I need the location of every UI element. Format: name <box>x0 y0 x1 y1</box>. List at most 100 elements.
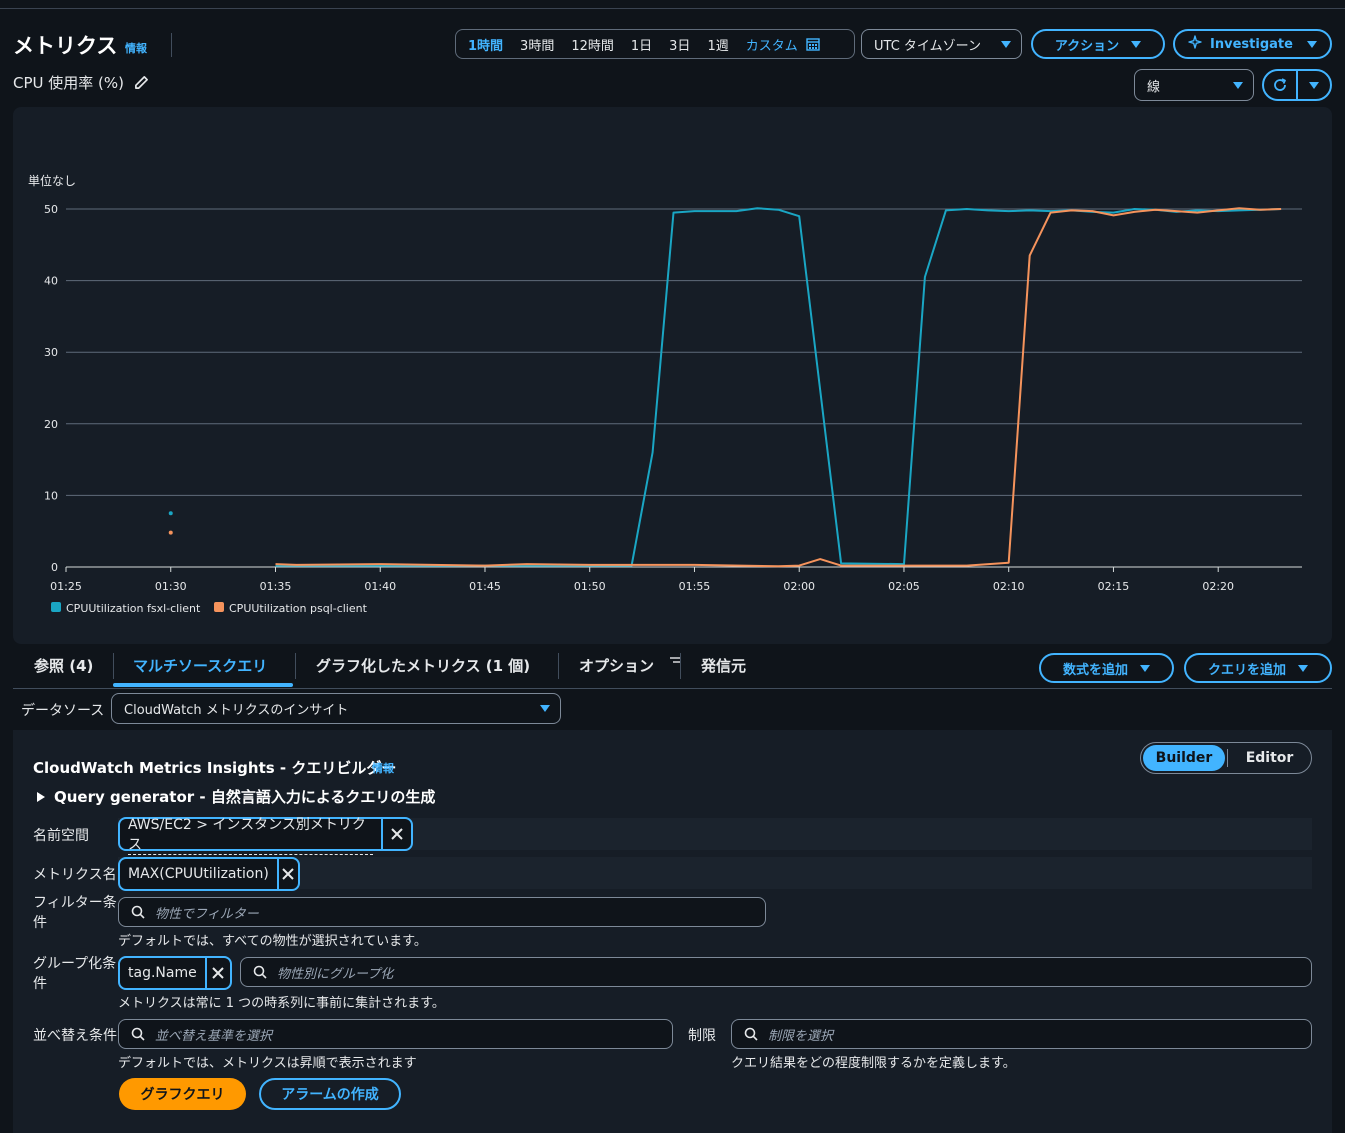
legend-label-1: CPUUtilization fsxl-client <box>66 602 201 615</box>
create-alarm-button[interactable]: アラームの作成 <box>259 1078 401 1110</box>
search-icon <box>253 965 267 979</box>
caret-down-icon <box>1308 81 1319 89</box>
order-by-input[interactable]: 並べ替え基準を選択 <box>118 1019 673 1049</box>
time-range-selector: 1時間 3時間 12時間 1日 3日 1週 カスタム <box>455 29 855 59</box>
group-by-placeholder: 物性別にグループ化 <box>277 966 394 982</box>
tab-options[interactable]: オプション <box>579 655 654 676</box>
actions-label: アクション <box>1054 38 1120 54</box>
search-icon <box>744 1027 758 1041</box>
time-range-3d[interactable]: 3日 <box>669 35 690 54</box>
add-math-button[interactable]: 数式を追加 <box>1039 653 1174 683</box>
tab-divider <box>680 653 681 679</box>
caret-down-icon <box>1140 664 1150 672</box>
y-tick-label: 50 <box>44 203 58 216</box>
tab-divider <box>295 653 296 679</box>
refresh-options-dropdown[interactable] <box>1298 71 1330 99</box>
tab-graphed-metrics[interactable]: グラフ化したメトリクス (1 個) <box>316 655 530 676</box>
x-tick-label: 02:05 <box>888 580 920 593</box>
metric-name-token[interactable]: MAX(CPUUtilization) <box>118 857 300 891</box>
y-tick-label: 40 <box>44 275 58 288</box>
x-tick-label: 02:15 <box>1098 580 1130 593</box>
x-tick-label: 01:35 <box>260 580 292 593</box>
caret-right-icon <box>37 791 45 802</box>
y-tick-label: 0 <box>51 561 58 574</box>
caret-down-icon <box>1233 81 1243 89</box>
time-range-1d[interactable]: 1日 <box>631 35 652 54</box>
toggle-divider <box>1227 749 1228 767</box>
limit-input[interactable]: 制限を選択 <box>731 1019 1312 1049</box>
tab-browse[interactable]: 参照 (4) <box>34 655 93 676</box>
limit-label: 制限 <box>688 1028 716 1044</box>
add-math-label: 数式を追加 <box>1062 662 1128 678</box>
x-tick-label: 01:45 <box>469 580 501 593</box>
legend-swatch-2 <box>214 602 224 612</box>
query-builder-title: CloudWatch Metrics Insights - クエリビルダー <box>33 759 397 777</box>
chart-panel: 単位なし 0 10 20 30 40 50 01:25 01:30 01:35 01:40 01:45… <box>13 107 1332 644</box>
add-query-label: クエリを追加 <box>1207 662 1286 678</box>
namespace-value: AWS/EC2 > インスタンス別メトリクス <box>128 814 373 855</box>
timezone-select[interactable]: UTC タイムゾーン <box>861 29 1022 59</box>
namespace-label: 名前空間 <box>33 828 89 844</box>
graph-type-select[interactable]: 線 <box>1134 69 1254 101</box>
filter-hint: デフォルトでは、すべての物性が選択されています。 <box>118 934 427 949</box>
title-info-link[interactable]: 情報 <box>125 40 147 56</box>
page-title: メトリクス <box>13 34 118 58</box>
x-tick-label: 01:25 <box>50 580 82 593</box>
time-range-12h[interactable]: 12時間 <box>571 35 614 54</box>
x-tick-label: 01:30 <box>155 580 187 593</box>
investigate-button[interactable]: Investigate <box>1173 29 1332 59</box>
pencil-icon[interactable] <box>134 75 149 90</box>
investigate-label: Investigate <box>1210 36 1293 52</box>
graph-query-button[interactable]: グラフクエリ <box>119 1078 246 1110</box>
editor-mode-button[interactable]: Editor <box>1230 750 1309 766</box>
limit-placeholder: 制限を選択 <box>768 1028 834 1044</box>
time-range-custom[interactable]: カスタム <box>746 35 798 54</box>
x-tick-label: 01:50 <box>574 580 606 593</box>
y-axis-label: 単位なし <box>28 173 76 188</box>
refresh-icon[interactable] <box>1264 71 1296 99</box>
query-builder-info-link[interactable]: 情報 <box>372 760 394 776</box>
time-range-3h[interactable]: 3時間 <box>520 35 554 54</box>
tab-multi-source-query[interactable]: マルチソースクエリ <box>133 655 267 676</box>
data-source-value: CloudWatch メトリクスのインサイト <box>124 703 349 718</box>
data-source-select[interactable]: CloudWatch メトリクスのインサイト <box>111 693 561 724</box>
search-icon <box>131 1027 145 1041</box>
actions-button[interactable]: アクション <box>1031 29 1165 59</box>
series-line-2 <box>275 207 1282 568</box>
builder-mode-button[interactable]: Builder <box>1143 745 1225 771</box>
x-tick-label: 02:20 <box>1202 580 1234 593</box>
x-tick-label: 01:40 <box>364 580 396 593</box>
group-by-token[interactable]: tag.Name <box>118 956 232 990</box>
group-by-label-line2: 件 <box>33 976 47 992</box>
time-range-1h[interactable]: 1時間 <box>468 35 503 54</box>
x-tick-label: 01:55 <box>679 580 711 593</box>
series-point-2 <box>168 530 173 535</box>
metric-name-label: メトリクス名 <box>33 867 117 883</box>
y-tick-label: 20 <box>44 418 58 431</box>
filter-placeholder: 物性でフィルター <box>155 906 259 922</box>
close-icon[interactable] <box>276 859 298 889</box>
legend-label-2: CPUUtilization psql-client <box>229 602 368 615</box>
namespace-token[interactable]: AWS/EC2 > インスタンス別メトリクス <box>118 817 413 855</box>
close-icon[interactable] <box>381 819 411 849</box>
header-divider <box>171 33 172 57</box>
add-query-button[interactable]: クエリを追加 <box>1184 653 1332 683</box>
filter-label-line2: 件 <box>33 915 47 931</box>
filter-input[interactable]: 物性でフィルター <box>118 897 766 927</box>
caret-down-icon <box>1131 40 1142 48</box>
query-generator-expander[interactable]: Query generator - 自然言語入力によるクエリの生成 <box>37 786 435 807</box>
y-tick-label: 10 <box>44 489 58 502</box>
top-divider <box>0 8 1345 9</box>
filter-label-line1: フィルター条 <box>33 895 117 911</box>
graph-type-value: 線 <box>1147 79 1161 95</box>
group-by-input[interactable]: 物性別にグループ化 <box>240 957 1312 987</box>
y-tick-label: 30 <box>44 346 58 359</box>
data-source-label: データソース <box>21 703 105 719</box>
tab-source[interactable]: 発信元 <box>701 655 746 676</box>
calendar-icon[interactable] <box>806 37 820 51</box>
close-icon[interactable] <box>204 958 230 988</box>
group-by-label-line1: グループ化条 <box>33 956 117 972</box>
series-point-1 <box>168 511 173 516</box>
query-generator-label: Query generator - 自然言語入力によるクエリの生成 <box>54 788 436 806</box>
time-range-1w[interactable]: 1週 <box>707 35 728 54</box>
